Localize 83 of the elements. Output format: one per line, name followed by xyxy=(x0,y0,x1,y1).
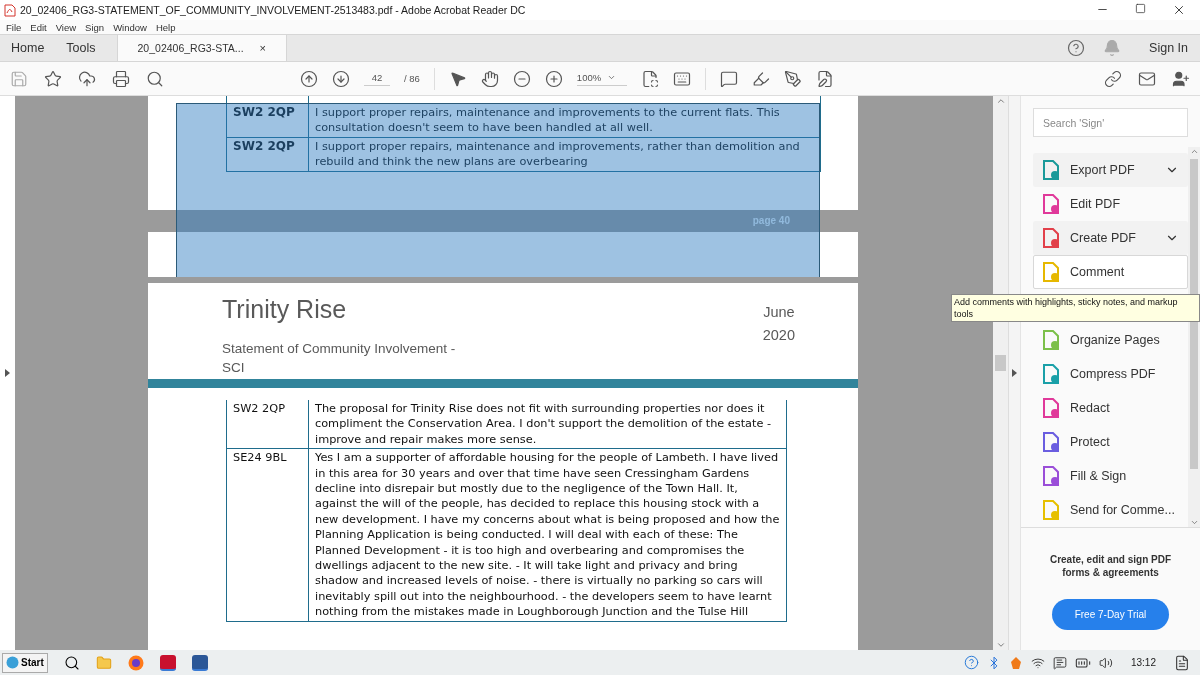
page-number-field[interactable]: 42 xyxy=(364,71,390,86)
document-subtitle: Statement of Community Involvement - xyxy=(222,340,457,358)
menu-item[interactable]: View xyxy=(55,21,77,33)
hand-icon[interactable] xyxy=(480,69,499,88)
star-icon[interactable] xyxy=(44,69,62,88)
scrollbar[interactable] xyxy=(1188,147,1200,527)
search-icon[interactable] xyxy=(146,69,164,88)
document-subtitle: SCI xyxy=(222,359,246,377)
maximize-icon[interactable] xyxy=(1135,3,1146,14)
help-icon[interactable] xyxy=(963,655,979,670)
date-month: June xyxy=(763,303,795,322)
pdf-app-icon[interactable] xyxy=(159,654,176,671)
keyboard-icon[interactable] xyxy=(672,69,691,88)
menu-item[interactable]: Help xyxy=(155,21,176,33)
help-icon[interactable] xyxy=(1067,39,1086,57)
cloud-upload-icon[interactable] xyxy=(78,69,96,88)
pdf-file-icon xyxy=(4,3,16,17)
free-trial-button[interactable]: Free 7-Day Trial xyxy=(1052,599,1169,630)
comment-icon[interactable] xyxy=(719,69,738,88)
arrow-up-icon[interactable] xyxy=(300,69,318,88)
page-total: / 86 xyxy=(404,73,420,84)
tool-item[interactable]: Export PDF xyxy=(1033,153,1188,187)
window-title: 20_02406_RG3-STATEMENT_OF_COMMUNITY_INVOLVEMENT-2513483.pdf - Adobe Acrobat Reader DC xyxy=(20,4,526,16)
word-app-icon[interactable] xyxy=(191,654,208,671)
tool-item[interactable]: Comment xyxy=(1033,255,1188,290)
wifi-icon[interactable] xyxy=(1030,655,1045,670)
expand-arrow-icon[interactable] xyxy=(5,369,10,377)
pen-icon[interactable] xyxy=(783,69,802,88)
link-icon[interactable] xyxy=(1104,69,1122,88)
document-title: Trinity Rise xyxy=(222,295,347,325)
scroll-thumb[interactable] xyxy=(1190,159,1198,469)
notification-icon[interactable] xyxy=(1174,654,1190,671)
tooltip: Add comments with highlights, sticky notes, and markup tools xyxy=(951,294,1200,323)
tool-item[interactable]: Organize Pages xyxy=(1033,323,1188,357)
globe-icon xyxy=(6,656,19,669)
search-icon[interactable] xyxy=(63,654,80,671)
date-year: 2020 xyxy=(762,326,795,345)
postcode-cell: SW2 2QP xyxy=(227,137,309,172)
tab[interactable]: 20_02406_RG3-STA... × xyxy=(116,35,287,61)
menu-item[interactable]: Window xyxy=(113,21,147,33)
zoom-out-icon[interactable] xyxy=(512,69,531,88)
comment-cell: Yes I am a supporter of affordable housing for the people of Lambeth. I have lived in this area for 30 years and over that time have seen Cressingham Gardens decline into disrepair but mostly due to the negligence of the Town Hall. It, against the will of the people, has decided to replace this housing stock with a new development. I have my concerns about what is being proposed and how the Planning Application is being conducted. I will deal with each of these: The Planned Development - it is too high and overbearing and compromises the dwellings adjacent to the new site. - It will take light and privacy and bring shadow and increased levels of noise. - there is virtually no parking so cars will inevitably spill out into the neighbourhood. - the developers seem to have learnt nothing from the mistakes made in Loughborough Junction and the Tulse Hill xyxy=(309,449,787,622)
close-icon[interactable] xyxy=(1172,3,1186,17)
tablet-icon[interactable] xyxy=(1052,655,1067,670)
tab[interactable]: Tools xyxy=(55,35,107,61)
scroll-down-icon[interactable] xyxy=(1189,518,1199,527)
menu-item[interactable]: Edit xyxy=(30,21,47,33)
zoom-in-icon[interactable] xyxy=(544,69,563,88)
tool-item[interactable]: Compress PDF xyxy=(1033,357,1188,391)
comment-cell: I support proper repairs, maintenance and improvements to the current flats. This consultation doesn't seem to have been handled at all well. xyxy=(309,104,821,138)
browser-icon[interactable] xyxy=(127,654,144,671)
postcode-cell: SE24 9BL xyxy=(227,449,309,622)
volume-icon[interactable] xyxy=(1098,655,1113,670)
scroll-up-icon[interactable] xyxy=(1189,147,1199,156)
sign-in-button[interactable]: Sign In xyxy=(1149,41,1188,55)
arrow-down-icon[interactable] xyxy=(332,69,350,88)
tab[interactable]: Home xyxy=(0,35,56,61)
menu-item[interactable]: Sign xyxy=(85,21,105,33)
tool-item[interactable]: Send for Comme... xyxy=(1033,493,1188,528)
postcode-cell: SW2 2QP xyxy=(227,400,309,450)
tool-item[interactable]: Create PDF xyxy=(1033,221,1188,256)
clock: 13:12 xyxy=(1130,657,1156,668)
tool-item[interactable]: Fill & Sign xyxy=(1033,459,1188,494)
mail-icon[interactable] xyxy=(1138,69,1156,88)
search-field[interactable]: Search 'Sign' xyxy=(1033,108,1188,137)
scroll-thumb[interactable] xyxy=(995,355,1006,371)
printer-icon[interactable] xyxy=(112,69,130,88)
add-user-icon[interactable] xyxy=(1172,69,1190,88)
start-button[interactable]: Start xyxy=(2,652,48,673)
tool-item[interactable]: Protect xyxy=(1033,425,1188,460)
comment-cell: I support proper repairs, maintenance and improvements, rather than demolition and rebuild and think the new plans are overbearing xyxy=(309,137,821,172)
page-fit-icon[interactable] xyxy=(640,69,659,88)
promo-text: Create, edit and sign PDF forms & agreements xyxy=(1048,554,1173,579)
tool-item[interactable]: Edit PDF xyxy=(1033,187,1188,222)
postcode-cell: SW2 2QP xyxy=(227,104,309,138)
tool-item[interactable]: Redact xyxy=(1033,391,1188,426)
close-tab-button[interactable]: × xyxy=(259,42,266,54)
pointer-icon[interactable] xyxy=(448,69,467,88)
comment-cell: The proposal for Trinity Rise does not fit with surrounding properties nor does it compliment the Conservation Area. I don't support the demolition of the estate - improve and repair makes more sense. xyxy=(309,400,787,450)
zoom-field[interactable]: 100% xyxy=(576,71,627,86)
menu-item[interactable]: File xyxy=(6,21,22,33)
file-edit-icon[interactable] xyxy=(815,69,834,88)
highlighter-icon[interactable] xyxy=(751,69,770,88)
